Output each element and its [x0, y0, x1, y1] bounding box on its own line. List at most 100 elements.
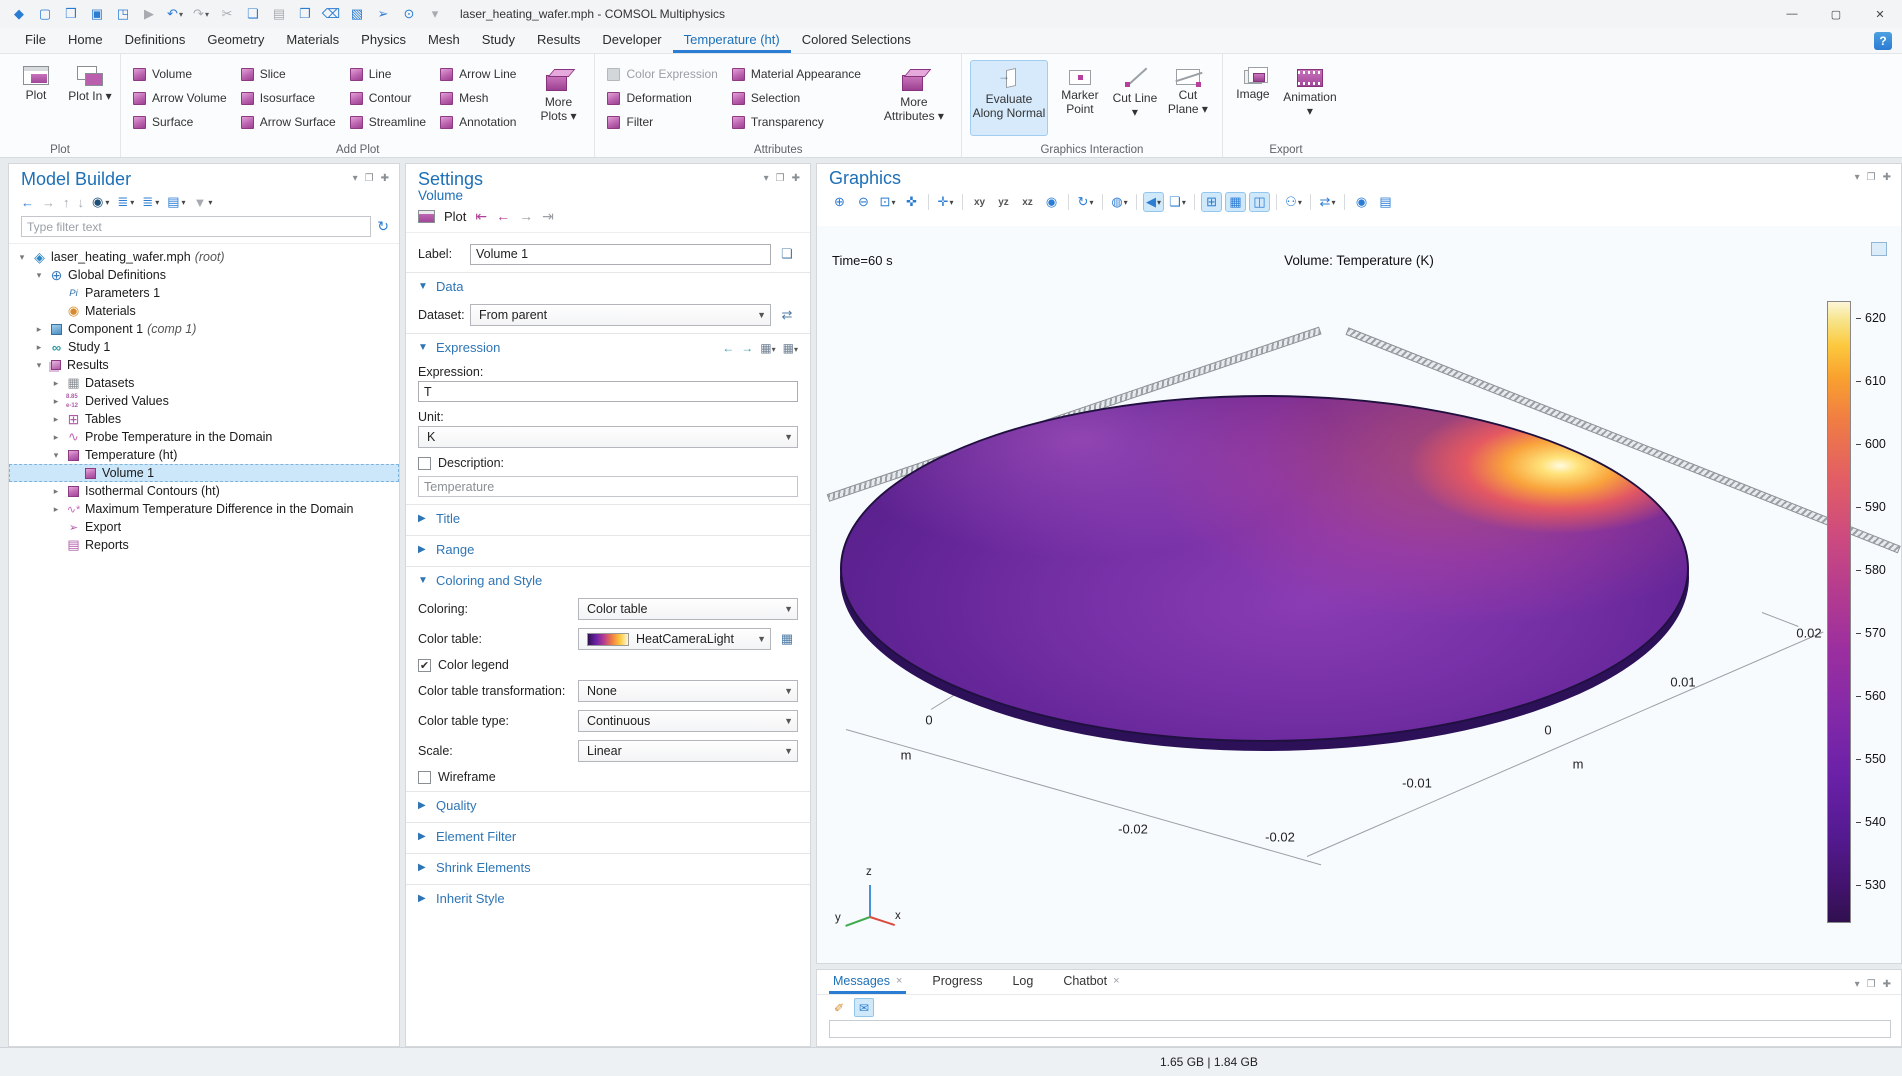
zoom-out-icon[interactable]: ⊖: [853, 192, 874, 212]
add-plot-item[interactable]: Isosurface: [237, 86, 346, 110]
expression-input[interactable]: [418, 381, 798, 402]
tree-item[interactable]: Reports: [9, 536, 399, 554]
move-up-icon[interactable]: ↑: [63, 195, 70, 210]
ribbon-tab[interactable]: Study: [471, 28, 526, 53]
view-yz-icon[interactable]: yz: [993, 192, 1014, 212]
data-section-header[interactable]: ▼ Data: [406, 272, 810, 300]
transformation-combo[interactable]: None ▼: [578, 680, 798, 702]
plot-button[interactable]: Plot: [444, 209, 466, 224]
ribbon-tab[interactable]: Mesh: [417, 28, 471, 53]
collapsed-section-header[interactable]: ▶ Quality: [406, 791, 810, 819]
replace-expression-icon[interactable]: ▦▾: [760, 341, 775, 355]
redo-icon[interactable]: ↷▾: [190, 3, 212, 25]
graphics-toolbar-icon[interactable]: [1068, 194, 1069, 210]
add-plot-item[interactable]: Arrow Surface: [237, 110, 346, 134]
tree-filter-input[interactable]: [21, 216, 371, 237]
appearance-icon[interactable]: ⚇▾: [1283, 192, 1304, 212]
expander-icon[interactable]: ▾: [16, 252, 28, 263]
expander-icon[interactable]: ▸: [50, 414, 62, 425]
expander-icon[interactable]: ▸: [50, 486, 62, 497]
wafer-surface-plot[interactable]: [840, 395, 1689, 742]
attribute-item[interactable]: Color Expression: [603, 62, 727, 86]
default-view-icon[interactable]: ✛▾: [935, 192, 956, 212]
plot-context-icon[interactable]: [1871, 242, 1887, 256]
panel-menu-icon[interactable]: ▾: [1855, 979, 1860, 990]
rotate-icon[interactable]: ↻▾: [1075, 192, 1096, 212]
panel-float-icon[interactable]: ❐: [365, 173, 374, 184]
help-icon[interactable]: ?: [1874, 32, 1892, 50]
panel-pin-icon[interactable]: ✚: [792, 173, 800, 184]
open-file-icon[interactable]: ❒: [60, 3, 82, 25]
add-plot-item[interactable]: Annotation: [436, 110, 526, 134]
plot-area[interactable]: Time=60 s Volume: Temperature (K) 0.02: [817, 226, 1901, 963]
new-message-window-icon[interactable]: ✉: [854, 998, 874, 1017]
wireframe-checkbox[interactable]: [418, 771, 431, 784]
messages-list[interactable]: [829, 1020, 1891, 1038]
tree-item[interactable]: ▸ Study 1: [9, 338, 399, 356]
graphics-toolbar-icon[interactable]: [962, 194, 963, 210]
image-export-button[interactable]: Image: [1231, 60, 1275, 136]
expander-icon[interactable]: ▸: [50, 378, 62, 389]
expander-icon[interactable]: ▸: [50, 432, 62, 443]
plot-previous-icon[interactable]: ←: [496, 208, 510, 225]
rename-icon[interactable]: ❏: [776, 243, 798, 265]
plot-last-icon[interactable]: ⇥: [542, 208, 554, 225]
expander-icon[interactable]: ▾: [33, 360, 45, 371]
tree-item[interactable]: Export: [9, 518, 399, 536]
scene-light-icon[interactable]: ◍▾: [1109, 192, 1130, 212]
description-input[interactable]: [418, 476, 798, 497]
insert-expression-icon[interactable]: ▦▾: [783, 341, 798, 355]
color-table-window-icon[interactable]: ▦: [776, 628, 798, 650]
minimize-icon[interactable]: —: [1770, 0, 1814, 28]
cut-plane-button[interactable]: Cut Plane ▾: [1162, 60, 1214, 136]
snapshot-icon[interactable]: ◉: [1351, 192, 1372, 212]
tree-item[interactable]: ▸ Maximum Temperature Difference in the …: [9, 500, 399, 518]
expander-icon[interactable]: ▸: [50, 504, 62, 515]
panel-pin-icon[interactable]: ✚: [1883, 979, 1891, 990]
tree-item[interactable]: ▸ Component 1 (comp 1): [9, 320, 399, 338]
graphics-toolbar-icon[interactable]: [1136, 194, 1137, 210]
clear-messages-icon[interactable]: ✐: [829, 998, 849, 1017]
zoom-extents-icon[interactable]: ✜: [901, 192, 922, 212]
tree-item[interactable]: ▾ Results: [9, 356, 399, 374]
coloring-section-header[interactable]: ▼ Coloring and Style: [406, 566, 810, 594]
tree-item[interactable]: ▸ Derived Values: [9, 392, 399, 410]
graphics-toolbar-icon[interactable]: [1344, 194, 1345, 210]
scale-combo[interactable]: Linear ▼: [578, 740, 798, 762]
graphics-toolbar-icon[interactable]: [1102, 194, 1103, 210]
ribbon-tab[interactable]: Colored Selections: [791, 28, 922, 53]
panel-menu-icon[interactable]: ▾: [1855, 172, 1860, 183]
filter-icon[interactable]: ▼▾: [194, 195, 213, 210]
expander-icon[interactable]: ▸: [50, 396, 62, 407]
tree-item[interactable]: ▾ laser_heating_wafer.mph (root): [9, 248, 399, 266]
orthographic-projection-icon[interactable]: ⊞: [1201, 192, 1222, 212]
add-plot-item[interactable]: Arrow Volume: [129, 86, 237, 110]
attribute-item[interactable]: Transparency: [728, 110, 871, 134]
ribbon-tab[interactable]: File: [14, 28, 57, 53]
expand-icon[interactable]: ≣▾: [142, 194, 159, 210]
tree-item[interactable]: ▸ Isothermal Contours (ht): [9, 482, 399, 500]
add-plot-item[interactable]: Arrow Line: [436, 62, 526, 86]
collapsed-section-header[interactable]: ▶ Shrink Elements: [406, 853, 810, 881]
tree-item[interactable]: Materials: [9, 302, 399, 320]
toolbar-overflow-icon[interactable]: ▾: [424, 3, 446, 25]
tree-item[interactable]: ▾ Global Definitions: [9, 266, 399, 284]
save-as-icon[interactable]: ◳: [112, 3, 134, 25]
animation-export-button[interactable]: Animation ▾: [1279, 60, 1341, 136]
find-icon[interactable]: ⊙: [398, 3, 420, 25]
collapsed-section-header[interactable]: ▶ Element Filter: [406, 822, 810, 850]
view-xz-icon[interactable]: xz: [1017, 192, 1038, 212]
tree-item[interactable]: ▸ Tables: [9, 410, 399, 428]
save-icon[interactable]: ▣: [86, 3, 108, 25]
expander-icon[interactable]: ▾: [50, 450, 62, 461]
ribbon-tab[interactable]: Results: [526, 28, 591, 53]
plot-in-button[interactable]: Plot In ▾: [68, 60, 112, 136]
ribbon-tab[interactable]: Geometry: [196, 28, 275, 53]
arrow-select-icon[interactable]: ➢: [372, 3, 394, 25]
expander-icon[interactable]: ▾: [33, 270, 45, 281]
panel-float-icon[interactable]: ❐: [1867, 979, 1876, 990]
graphics-toolbar-icon[interactable]: [1276, 194, 1277, 210]
ribbon-tab[interactable]: Temperature (ht): [673, 28, 791, 53]
tree-item[interactable]: ▾ Temperature (ht): [9, 446, 399, 464]
plot-button[interactable]: Plot: [8, 60, 64, 136]
